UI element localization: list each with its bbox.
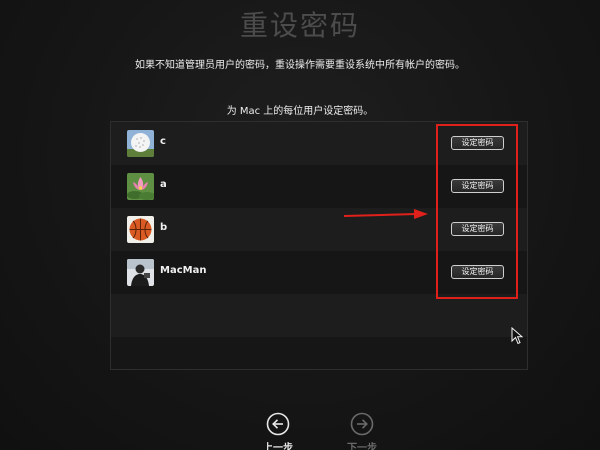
mouse-pointer-icon bbox=[511, 327, 523, 345]
next-label: 下一步 bbox=[347, 443, 377, 450]
empty-row bbox=[111, 337, 527, 369]
empty-row bbox=[111, 294, 527, 337]
back-label: 上一步 bbox=[263, 443, 293, 450]
user-name: b bbox=[160, 222, 168, 233]
basketball-icon bbox=[127, 216, 154, 243]
back-button[interactable]: 上一步 bbox=[258, 410, 298, 450]
user-name: MacMan bbox=[160, 265, 207, 276]
page-title: 重设密码 bbox=[239, 9, 360, 42]
annotation-arrow-icon bbox=[344, 209, 428, 219]
reset-password-screen: 重设密码 如果不知道管理员用户的密码，重设操作需要重设系统中所有帐户的密码。 为… bbox=[0, 0, 600, 450]
user-name: c bbox=[160, 136, 166, 147]
back-arrow-icon bbox=[266, 412, 290, 436]
next-arrow-icon bbox=[350, 412, 374, 436]
instruction-text: 为 Mac 上的每位用户设定密码。 bbox=[226, 106, 374, 117]
annotation-highlight-box bbox=[436, 124, 518, 299]
golf-ball-icon bbox=[127, 130, 154, 157]
person-photo-icon bbox=[127, 259, 154, 286]
lotus-flower-icon bbox=[127, 173, 154, 200]
next-button[interactable]: 下一步 bbox=[342, 410, 382, 450]
user-name: a bbox=[160, 179, 167, 190]
page-subtitle: 如果不知道管理员用户的密码，重设操作需要重设系统中所有帐户的密码。 bbox=[135, 60, 465, 71]
